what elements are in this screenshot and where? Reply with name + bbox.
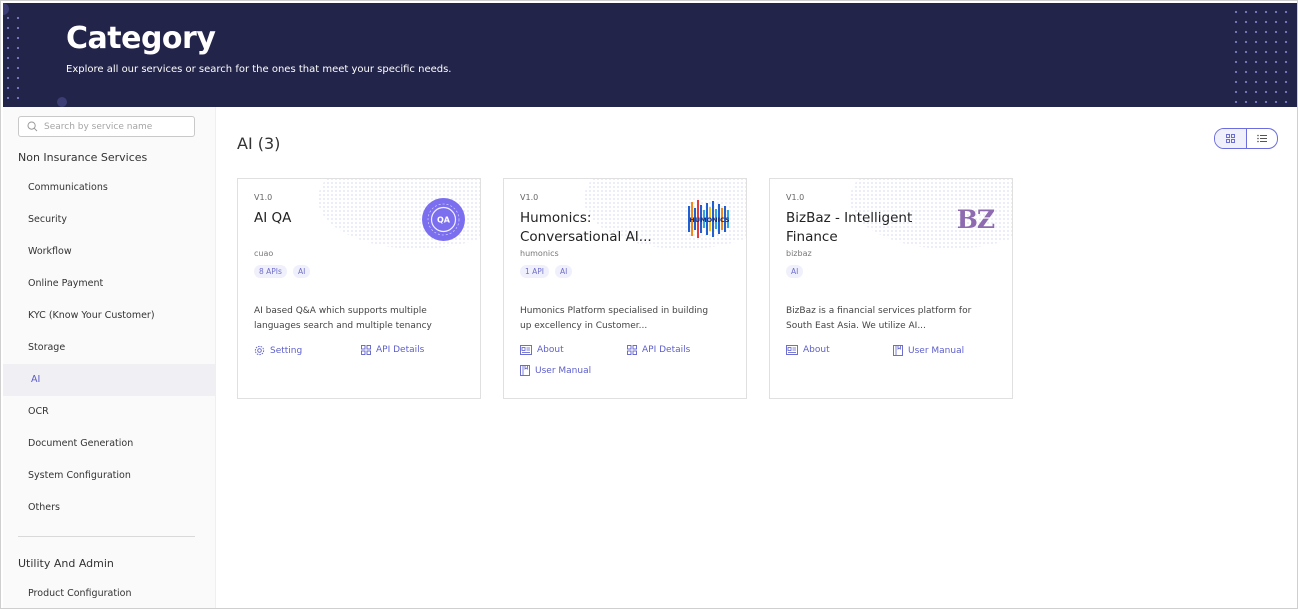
card-tags: AI: [786, 265, 804, 278]
book-icon: [520, 365, 530, 376]
book-icon: [893, 345, 903, 356]
ai-qa-logo: QA: [422, 198, 465, 241]
api-details-link[interactable]: API Details: [361, 345, 424, 355]
tag-category: AI: [555, 265, 573, 278]
card-tags: 8 APIs AI: [254, 265, 311, 278]
id-card-icon: [786, 345, 798, 355]
sidebar-item-workflow[interactable]: Workflow: [3, 236, 215, 268]
search-box[interactable]: [18, 116, 195, 137]
api-details-label: API Details: [376, 345, 425, 355]
sidebar-item-document-generation[interactable]: Document Generation: [3, 428, 215, 460]
grid-icon: [361, 345, 371, 355]
sidebar-item-security[interactable]: Security: [3, 204, 215, 236]
tag-api-count: 8 APIs: [254, 265, 287, 278]
card-version: V1.0: [520, 193, 539, 202]
user-manual-link[interactable]: User Manual: [893, 345, 964, 356]
decorative-blob: [57, 97, 67, 107]
service-card-bizbaz[interactable]: V1.0 BizBaz - Intelligent Finance BZ biz…: [769, 178, 1013, 399]
tag-category: AI: [292, 265, 311, 278]
user-manual-label: User Manual: [535, 365, 592, 376]
grid-icon: [1225, 130, 1235, 148]
decorative-dots: [1231, 7, 1291, 103]
page-title: Category: [66, 21, 216, 56]
page-header: Category Explore all our services or sea…: [3, 3, 1297, 107]
group-title-non-insurance: Non Insurance Services: [18, 151, 148, 164]
sidebar-item-ai[interactable]: AI: [3, 364, 215, 396]
sidebar-item-storage[interactable]: Storage: [3, 332, 215, 364]
category-sidebar: Non Insurance Services Communications Se…: [3, 107, 216, 608]
bizbaz-logo: BZ: [954, 198, 997, 241]
card-title[interactable]: AI QA: [254, 209, 414, 228]
sidebar-divider: [18, 536, 195, 537]
setting-link[interactable]: Setting: [254, 345, 302, 356]
sidebar-item-others[interactable]: Others: [3, 492, 215, 524]
card-title[interactable]: Humonics: Conversational AI...: [520, 209, 680, 247]
search-icon: [27, 121, 38, 132]
about-label: About: [537, 345, 564, 355]
humonics-logo: HUMONICS: [688, 198, 731, 241]
card-provider: cuao: [254, 249, 274, 258]
card-tags: 1 API AI: [520, 265, 573, 278]
grid-icon: [627, 345, 637, 355]
service-card-ai-qa[interactable]: V1.0 AI QA QA cuao 8 APIs AI AI based Q&…: [237, 178, 481, 399]
section-title: AI (3): [237, 134, 281, 153]
gear-icon: [254, 345, 265, 356]
group-title-utility-admin: Utility And Admin: [18, 557, 114, 570]
card-description: BizBaz is a financial services platform …: [786, 306, 972, 331]
user-manual-link[interactable]: User Manual: [520, 365, 591, 376]
list-view-button[interactable]: [1247, 129, 1278, 148]
nav-list-utility-admin: Product Configuration: [3, 578, 215, 608]
about-link[interactable]: About: [520, 345, 564, 355]
card-provider: humonics: [520, 249, 559, 258]
list-icon: [1256, 130, 1267, 148]
id-card-icon: [520, 345, 532, 355]
page-subtitle: Explore all our services or search for t…: [66, 64, 452, 75]
main-content: AI (3) V1.0 AI QA QA cuao 8 APIs AI AI b…: [216, 107, 1295, 606]
about-label: About: [803, 345, 830, 355]
sidebar-item-ocr[interactable]: OCR: [3, 396, 215, 428]
card-title[interactable]: BizBaz - Intelligent Finance: [786, 209, 946, 247]
grid-view-button[interactable]: [1215, 129, 1247, 148]
sidebar-item-system-configuration[interactable]: System Configuration: [3, 460, 215, 492]
search-input[interactable]: [42, 120, 186, 133]
card-description: Humonics Platform specialised in buildin…: [520, 306, 709, 331]
card-version: V1.0: [254, 193, 273, 202]
logo-text: BZ: [957, 205, 995, 234]
logo-text: HUMONICS: [689, 216, 729, 224]
app-frame: Category Explore all our services or sea…: [0, 0, 1298, 609]
about-link[interactable]: About: [786, 345, 830, 355]
sidebar-item-product-configuration[interactable]: Product Configuration: [3, 578, 215, 608]
service-card-humonics[interactable]: V1.0 Humonics: Conversational AI... HUMO…: [503, 178, 747, 399]
setting-label: Setting: [270, 345, 303, 356]
card-description: AI based Q&A which supports multiple lan…: [254, 306, 432, 331]
nav-list-non-insurance: Communications Security Workflow Online …: [3, 172, 215, 524]
sidebar-item-kyc[interactable]: KYC (Know Your Customer): [3, 300, 215, 332]
view-toggle: [1214, 128, 1278, 149]
card-provider: bizbaz: [786, 249, 812, 258]
decorative-dots: [3, 13, 23, 99]
user-manual-label: User Manual: [908, 345, 965, 356]
tag-api-count: 1 API: [520, 265, 550, 278]
sidebar-item-communications[interactable]: Communications: [3, 172, 215, 204]
logo-text: QA: [437, 216, 451, 225]
card-version: V1.0: [786, 193, 805, 202]
tag-category: AI: [786, 265, 804, 278]
sidebar-item-online-payment[interactable]: Online Payment: [3, 268, 215, 300]
api-details-link[interactable]: API Details: [627, 345, 690, 355]
api-details-label: API Details: [642, 345, 691, 355]
